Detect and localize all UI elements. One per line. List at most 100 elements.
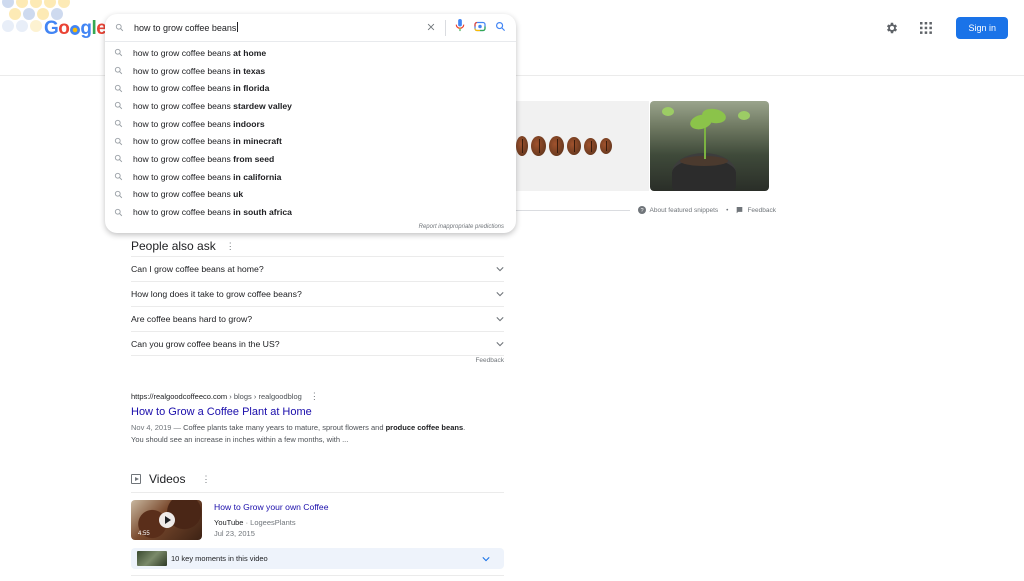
suggestion-item[interactable]: how to grow coffee beans at home (105, 44, 516, 62)
coffee-seedling-image[interactable] (650, 101, 769, 191)
video-platform: YouTube (214, 518, 244, 527)
settings-gear-icon[interactable] (882, 18, 902, 38)
divider (131, 492, 504, 493)
key-moments-label: 10 key moments in this video (171, 554, 268, 563)
suggestion-item[interactable]: how to grow coffee beans in florida (105, 79, 516, 97)
paa-question[interactable]: Can you grow coffee beans in the US? (131, 331, 504, 356)
paa-question-text: How long does it take to grow coffee bea… (131, 289, 302, 299)
result-date: Nov 4, 2019 — (131, 423, 182, 432)
search-icon (114, 208, 123, 216)
result-more-options-icon[interactable]: ⋮ (310, 391, 319, 402)
video-title-link[interactable]: How to Grow your own Coffee (214, 502, 328, 512)
search-icon (114, 49, 123, 57)
paa-question-text: Can you grow coffee beans in the US? (131, 338, 280, 349)
search-icon (114, 155, 123, 163)
about-featured-snippets-link[interactable]: ? About featured snippets (637, 206, 719, 214)
search-icon (114, 173, 123, 181)
search-icon (114, 190, 123, 199)
feedback-flag-icon (737, 206, 743, 213)
paa-question[interactable]: Are coffee beans hard to grow? (131, 306, 504, 331)
more-options-icon[interactable]: ⋮ (226, 241, 235, 252)
camera-lens-icon[interactable] (474, 19, 486, 37)
videos-section: Videos ⋮ 4:55 How to Grow your own Coffe… (131, 469, 504, 576)
suggestion-item[interactable]: how to grow coffee beans stardew valley (105, 97, 516, 115)
google-logo[interactable]: Go gle (44, 18, 107, 40)
suggestion-item[interactable]: how to grow coffee beans from seed (105, 150, 516, 168)
suggestion-text: how to grow coffee beans at home (133, 47, 267, 58)
suggestion-item[interactable]: how to grow coffee beans in south africa (105, 203, 516, 221)
key-moments-toggle[interactable]: 10 key moments in this video (131, 548, 504, 569)
suggestion-text: how to grow coffee beans in florida (133, 83, 270, 94)
chevron-down-icon (496, 341, 504, 346)
help-circle-icon: ? (637, 206, 646, 214)
search-input-row[interactable]: how to grow coffee beans (105, 14, 516, 42)
result-site: https://realgoodcoffeeco.com (131, 392, 228, 401)
divider (516, 209, 630, 211)
sign-in-button[interactable]: Sign in (956, 17, 1008, 39)
play-button-icon (159, 512, 175, 528)
paa-question[interactable]: How long does it take to grow coffee bea… (131, 281, 504, 306)
video-duration: 4:55 (138, 531, 150, 537)
suggestion-item[interactable]: how to grow coffee beans uk (105, 186, 516, 204)
search-actions (426, 18, 506, 37)
result-description: Nov 4, 2019 — Coffee plants take many ye… (131, 422, 471, 446)
paa-question-text: Can I grow coffee beans at home? (131, 264, 264, 274)
suggestion-list: how to grow coffee beans at home how to g… (105, 42, 516, 221)
separator-dot: • (726, 206, 729, 214)
about-featured-snippets-label: About featured snippets (649, 206, 719, 214)
search-icon (114, 137, 123, 145)
people-also-ask-title: People also ask (131, 239, 216, 253)
suggestion-text: how to grow coffee beans in south africa (133, 207, 292, 218)
snippet-feedback-link[interactable]: Feedback (736, 206, 776, 214)
microphone-icon[interactable] (455, 18, 465, 37)
paa-question[interactable]: Can I grow coffee beans at home? (131, 256, 504, 281)
video-source: YouTube · LogeesPlants (214, 518, 328, 527)
snippet-feedback-label: Feedback (747, 206, 776, 214)
chevron-down-icon (496, 317, 504, 322)
clear-icon[interactable] (426, 19, 436, 37)
videos-title: Videos (149, 472, 186, 486)
suggestion-item[interactable]: how to grow coffee beans in texas (105, 62, 516, 80)
report-predictions-link[interactable]: Report inappropriate predictions (419, 224, 504, 230)
search-query: how to grow coffee beans (134, 23, 237, 33)
result-url: https://realgoodcoffeeco.com › blogs › r… (131, 391, 471, 402)
key-moments-thumbnail (137, 551, 167, 566)
search-icon (114, 84, 123, 92)
result-desc-bold: produce coffee beans (385, 423, 464, 432)
result-path: › blogs › realgoodblog (229, 392, 302, 401)
suggestion-text: how to grow coffee beans stardew valley (133, 100, 292, 111)
divider (131, 575, 504, 576)
divider (445, 19, 446, 36)
suggestion-text: how to grow coffee beans in minecraft (133, 136, 282, 147)
suggestion-item[interactable]: how to grow coffee beans indoors (105, 115, 516, 133)
suggestion-text: how to grow coffee beans in texas (133, 65, 266, 76)
search-input[interactable]: how to grow coffee beans (134, 22, 426, 33)
people-also-ask: People also ask ⋮ Can I grow coffee bean… (131, 236, 504, 364)
snippet-feedback-row: ? About featured snippets • Feedback (516, 204, 776, 216)
paa-question-text: Are coffee beans hard to grow? (131, 314, 253, 324)
suggestion-item[interactable]: how to grow coffee beans in california (105, 168, 516, 186)
video-meta: How to Grow your own Coffee YouTube · Lo… (214, 500, 328, 540)
chevron-down-icon (496, 292, 504, 297)
video-thumbnail[interactable]: 4:55 (131, 500, 202, 540)
people-also-ask-header: People also ask ⋮ (131, 236, 504, 256)
search-submit-icon[interactable] (495, 19, 506, 37)
video-channel: · LogeesPlants (245, 518, 296, 527)
apps-grid-icon[interactable] (916, 18, 936, 38)
videos-more-options-icon[interactable]: ⋮ (201, 474, 210, 485)
suggestion-text: how to grow coffee beans from seed (133, 153, 275, 164)
featured-snippet-images (516, 101, 769, 191)
search-icon (114, 119, 123, 128)
paa-feedback-link[interactable]: Feedback (131, 357, 504, 364)
video-date: Jul 23, 2015 (214, 529, 255, 538)
search-icon (114, 102, 123, 110)
chevron-down-icon (496, 267, 504, 272)
suggestion-text: how to grow coffee beans in california (133, 171, 282, 182)
result-title-link[interactable]: How to Grow a Coffee Plant at Home (131, 406, 471, 418)
suggestion-text: how to grow coffee beans uk (133, 189, 244, 200)
videos-header: Videos ⋮ (131, 469, 504, 489)
coffee-beans-image[interactable] (516, 101, 649, 191)
search-box: how to grow coffee beans how to grow cof… (105, 14, 516, 233)
suggestion-item[interactable]: how to grow coffee beans in minecraft (105, 132, 516, 150)
result-desc-text: Coffee plants take many years to mature,… (181, 423, 386, 432)
